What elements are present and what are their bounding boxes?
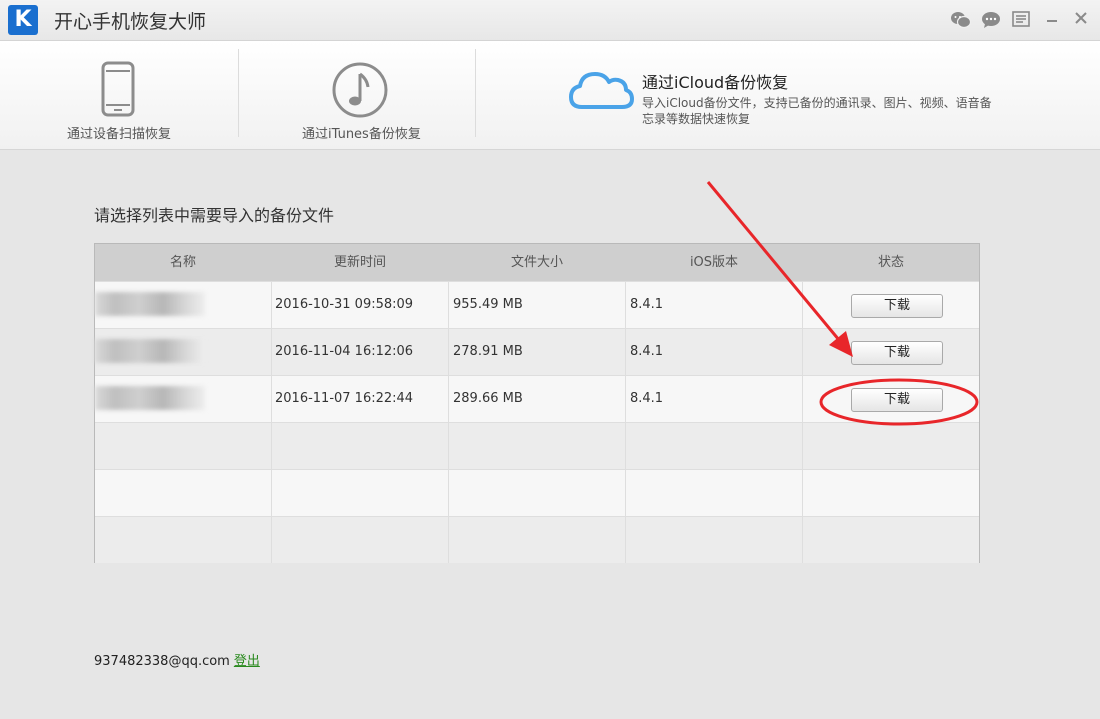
table-row[interactable]: 2016-11-04 16:12:06 278.91 MB 8.4.1 下载 <box>95 328 979 375</box>
chat-icon[interactable] <box>979 8 1003 32</box>
active-tab-pointer <box>589 179 613 191</box>
column-header-name: 名称 <box>169 255 196 270</box>
minimize-icon[interactable] <box>1040 8 1064 32</box>
blurred-backup-name <box>95 339 205 363</box>
table-row-empty <box>95 469 979 516</box>
app-logo: K <box>8 5 38 35</box>
table-row[interactable]: 2016-10-31 09:58:09 955.49 MB 8.4.1 下载 <box>95 281 979 328</box>
column-divider <box>802 281 803 563</box>
tab-icloud-backup-description: 导入iCloud备份文件，支持已备份的通讯录、图片、视频、语音备忘录等数据快速恢… <box>642 96 992 126</box>
table-row-empty <box>95 422 979 469</box>
download-button[interactable]: 下载 <box>851 341 943 365</box>
menu-icon[interactable] <box>1009 8 1033 32</box>
account-info: 937482338@qq.com 登出 <box>94 650 260 669</box>
column-divider <box>271 281 272 563</box>
column-header-status: 状态 <box>877 255 904 270</box>
download-button[interactable]: 下载 <box>851 388 943 412</box>
download-button[interactable]: 下载 <box>851 294 943 318</box>
music-note-icon <box>332 62 388 118</box>
ios-version: 8.4.1 <box>630 297 664 312</box>
phone-icon <box>101 61 135 117</box>
nav-divider <box>475 49 476 137</box>
blurred-backup-name <box>95 386 205 410</box>
file-size: 289.66 MB <box>453 391 523 406</box>
close-icon[interactable] <box>1069 8 1093 32</box>
column-header-ios: iOS版本 <box>689 255 739 270</box>
tab-icloud-backup-title: 通过iCloud备份恢复 <box>642 73 789 92</box>
app-title: 开心手机恢复大师 <box>54 11 207 33</box>
table-row-empty <box>95 516 979 563</box>
blurred-backup-name <box>95 292 205 316</box>
table-row[interactable]: 2016-11-07 16:22:44 289.66 MB 8.4.1 下载 <box>95 375 979 422</box>
backup-table: 名称 更新时间 文件大小 iOS版本 状态 2016-10-31 09:58:0… <box>94 243 980 563</box>
wechat-icon[interactable] <box>949 8 973 32</box>
ios-version: 8.4.1 <box>630 344 664 359</box>
section-heading: 请选择列表中需要导入的备份文件 <box>94 206 335 225</box>
column-header-size: 文件大小 <box>510 255 563 270</box>
nav-divider <box>238 49 239 137</box>
title-bar: K 开心手机恢复大师 <box>0 0 1100 41</box>
table-header: 名称 更新时间 文件大小 iOS版本 状态 <box>95 244 979 281</box>
file-size: 278.91 MB <box>453 344 523 359</box>
recovery-mode-nav: 通过设备扫描恢复 通过iTunes备份恢复 通过iCloud备份恢复 导入iCl… <box>0 41 1100 191</box>
tab-itunes-backup-label: 通过iTunes备份恢复 <box>302 127 421 142</box>
column-header-updated: 更新时间 <box>333 255 386 270</box>
updated-time: 2016-11-07 16:22:44 <box>275 391 414 406</box>
column-divider <box>448 281 449 563</box>
tab-itunes-backup[interactable]: 通过iTunes备份恢复 <box>290 41 440 149</box>
tab-device-scan-label: 通过设备扫描恢复 <box>67 127 172 142</box>
updated-time: 2016-11-04 16:12:06 <box>275 344 414 359</box>
tab-device-scan[interactable]: 通过设备扫描恢复 <box>40 41 235 149</box>
logout-link[interactable]: 登出 <box>234 654 260 669</box>
ios-version: 8.4.1 <box>630 391 664 406</box>
column-divider <box>625 281 626 563</box>
cloud-icon <box>569 72 634 109</box>
file-size: 955.49 MB <box>453 297 523 312</box>
account-email: 937482338@qq.com <box>94 654 230 669</box>
updated-time: 2016-10-31 09:58:09 <box>275 297 414 312</box>
